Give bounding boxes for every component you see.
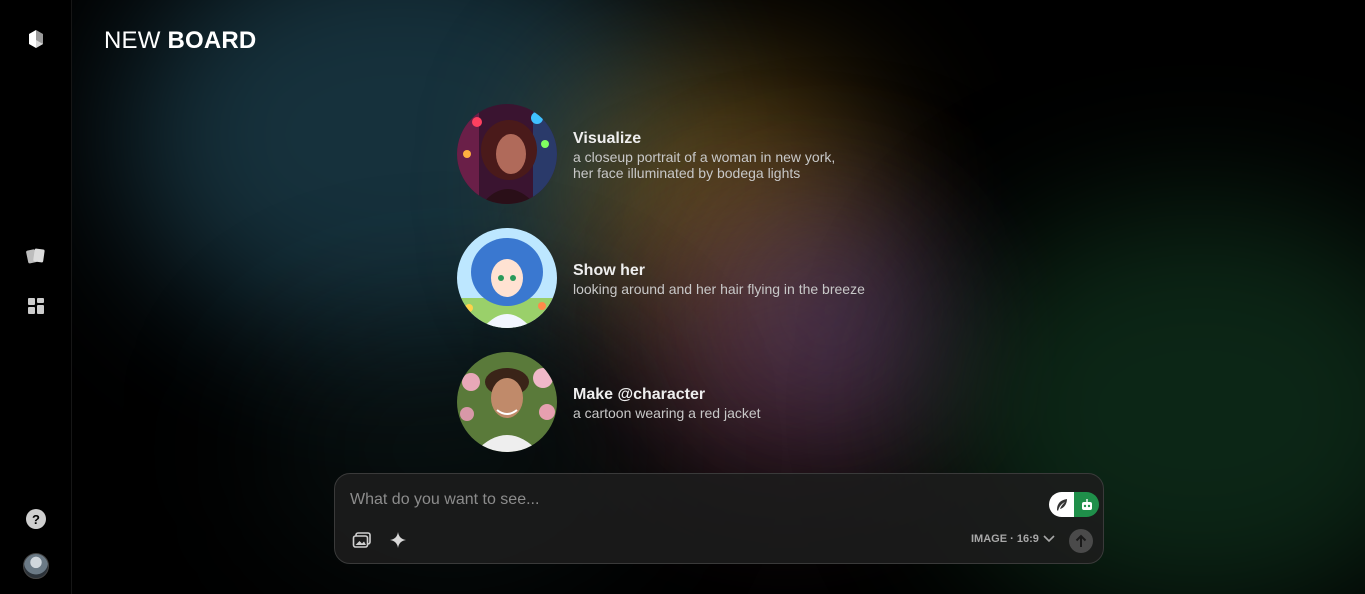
cards-icon[interactable] bbox=[22, 242, 50, 270]
mode-selector[interactable]: IMAGE · 16:9 bbox=[971, 533, 1055, 545]
sparkle-icon[interactable] bbox=[387, 529, 409, 551]
suggestion-thumbnail bbox=[457, 228, 557, 328]
chevron-down-icon bbox=[1043, 535, 1055, 543]
suggestion-description: looking around and her hair flying in th… bbox=[573, 281, 865, 297]
send-button[interactable] bbox=[1069, 529, 1093, 553]
help-icon: ? bbox=[26, 509, 46, 529]
feather-icon[interactable] bbox=[1049, 492, 1074, 517]
suggestion-description: a closeup portrait of a woman in new yor… bbox=[573, 149, 836, 181]
suggestion-thumbnail bbox=[457, 352, 557, 452]
help-button[interactable]: ? bbox=[22, 505, 50, 533]
avatar-image bbox=[23, 553, 49, 579]
prompt-input[interactable] bbox=[350, 488, 1030, 512]
sidebar: ? bbox=[0, 0, 72, 594]
mode-label: IMAGE · 16:9 bbox=[971, 533, 1039, 545]
avatar[interactable] bbox=[22, 552, 50, 580]
image-upload-icon[interactable] bbox=[351, 529, 373, 551]
suggestion-item[interactable]: Make @character a cartoon wearing a red … bbox=[457, 352, 937, 452]
model-toggle[interactable] bbox=[1049, 492, 1099, 517]
suggestion-title: Make @character bbox=[573, 386, 706, 403]
suggestion-thumbnail bbox=[457, 104, 557, 204]
grid-icon[interactable] bbox=[22, 292, 50, 320]
suggestion-item[interactable]: Show her looking around and her hair fly… bbox=[457, 228, 937, 328]
robot-icon[interactable] bbox=[1074, 492, 1099, 517]
suggestion-item[interactable]: Visualize a closeup portrait of a woman … bbox=[457, 104, 937, 204]
page-title-light: NEW bbox=[104, 27, 161, 54]
page-title: NEW BOARD bbox=[104, 27, 256, 55]
suggestion-title: Visualize bbox=[573, 130, 642, 147]
suggestion-description: a cartoon wearing a red jacket bbox=[573, 405, 761, 421]
suggestion-title: Show her bbox=[573, 262, 646, 279]
logo-icon[interactable] bbox=[22, 25, 50, 53]
arrow-up-icon bbox=[1075, 534, 1087, 547]
page-title-bold: BOARD bbox=[167, 27, 257, 54]
prompt-composer: IMAGE · 16:9 bbox=[334, 473, 1104, 564]
